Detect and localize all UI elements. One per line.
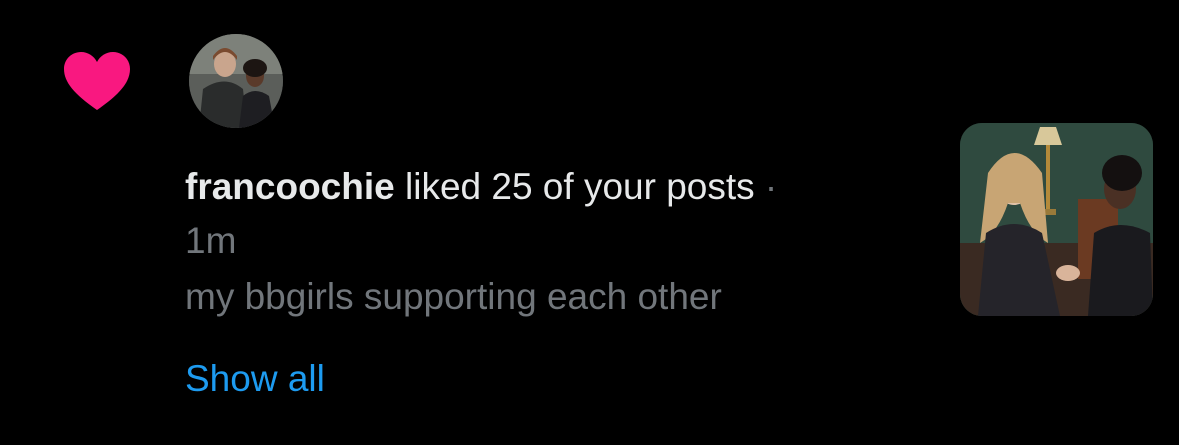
post-thumbnail[interactable]: [960, 123, 1153, 316]
post-preview-text: my bbgirls supporting each other: [185, 276, 722, 317]
show-all-link[interactable]: Show all: [185, 352, 325, 406]
notification-headline: francoochie liked 25 of your posts ·: [185, 160, 925, 214]
username[interactable]: francoochie: [185, 166, 395, 207]
avatar[interactable]: [189, 34, 283, 128]
heart-icon: [64, 52, 130, 112]
separator-dot: ·: [754, 166, 778, 207]
timestamp: 1m: [185, 220, 237, 261]
notification-text[interactable]: francoochie liked 25 of your posts · 1m …: [185, 160, 925, 324]
action-text: liked 25 of your posts: [394, 166, 755, 207]
